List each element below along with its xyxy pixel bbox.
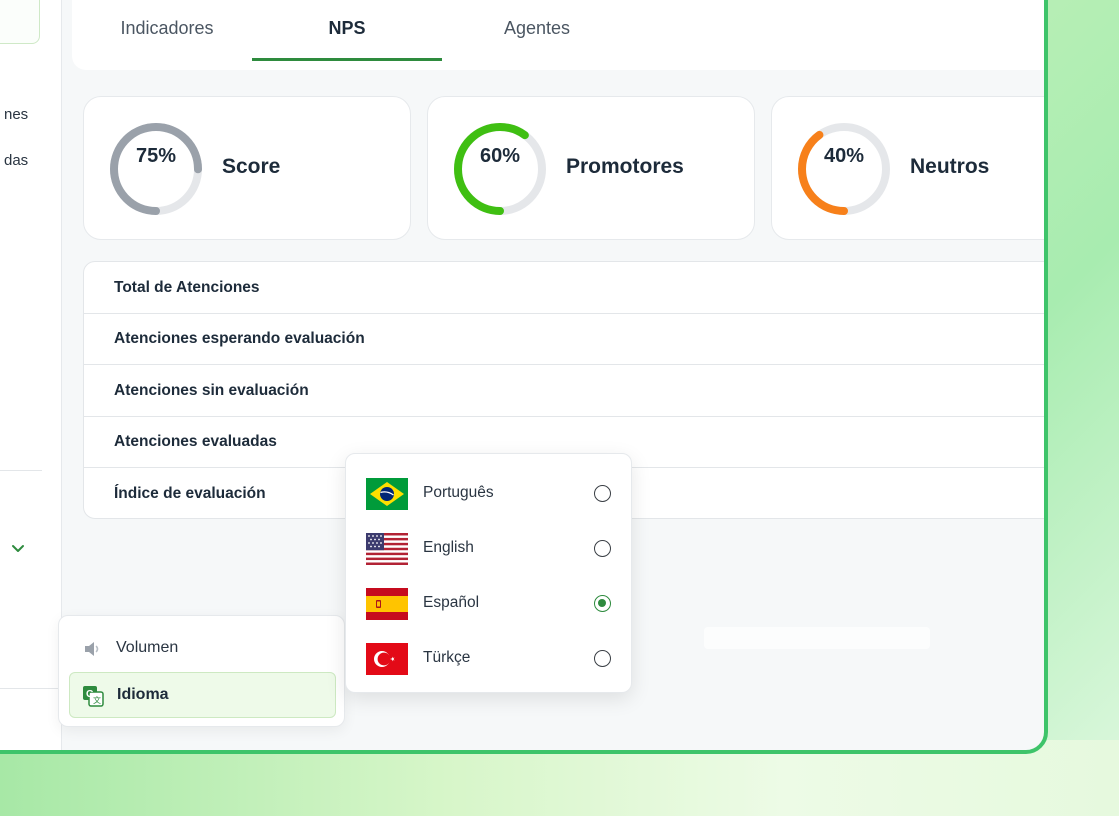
sidebar: nes das: [0, 0, 62, 750]
tab-bar: Indicadores NPS Agentes: [72, 0, 1044, 70]
volume-menu-item[interactable]: Volumen: [69, 626, 336, 672]
promotores-donut: [454, 123, 546, 215]
score-label: Score: [222, 155, 281, 178]
faded-placeholder: [704, 627, 930, 649]
language-label: Idioma: [117, 686, 169, 703]
language-option-label: Português: [423, 484, 494, 501]
sidebar-item-partial-1[interactable]: nes: [4, 106, 28, 123]
language-radio[interactable]: [594, 540, 611, 557]
language-radio-selected[interactable]: [594, 595, 611, 612]
sidebar-top-box[interactable]: [0, 0, 40, 44]
volume-label: Volumen: [116, 639, 179, 656]
language-option-label: English: [423, 539, 474, 556]
turkey-flag-icon: [366, 643, 408, 675]
sidebar-item-partial-2[interactable]: das: [4, 152, 28, 169]
translate-icon: G 文: [83, 686, 104, 707]
table-row[interactable]: Atenciones sin evaluación: [84, 365, 1044, 417]
neutros-label: Neutros: [910, 155, 990, 178]
language-option-english[interactable]: English: [346, 518, 633, 573]
language-option-turkce[interactable]: Türkçe: [346, 628, 633, 683]
tab-agentes[interactable]: Agentes: [442, 18, 632, 70]
spain-flag-icon: [366, 588, 408, 620]
active-tab-indicator: [252, 58, 442, 61]
settings-menu: Volumen G 文 Idioma: [58, 615, 345, 727]
language-menu-item[interactable]: G 文 Idioma: [69, 672, 336, 718]
promotores-label: Promotores: [566, 155, 684, 178]
language-option-label: Türkçe: [423, 649, 471, 666]
score-donut: [110, 123, 202, 215]
neutros-percent: 40%: [823, 145, 865, 167]
language-option-label: Español: [423, 594, 480, 611]
chevron-down-icon[interactable]: [10, 541, 26, 557]
speaker-icon: [85, 642, 99, 656]
svg-text:文: 文: [93, 695, 101, 705]
language-radio[interactable]: [594, 485, 611, 502]
score-card: 75% Score: [83, 96, 411, 240]
score-percent: 75%: [135, 145, 177, 167]
language-radio[interactable]: [594, 650, 611, 667]
neutros-card: 40% Neutros: [771, 96, 1044, 240]
sidebar-divider: [0, 470, 42, 471]
language-selector-popup: Português English Español Türkçe: [345, 453, 632, 693]
promotores-percent: 60%: [479, 145, 521, 167]
language-option-espanol[interactable]: Español: [346, 573, 633, 628]
tab-nps[interactable]: NPS: [252, 18, 442, 70]
promotores-card: 60% Promotores: [427, 96, 755, 240]
brazil-flag-icon: [366, 478, 408, 510]
table-row[interactable]: Atenciones esperando evaluación: [84, 313, 1044, 365]
usa-flag-icon: [366, 533, 408, 565]
sidebar-divider-bottom: [0, 688, 62, 689]
tab-indicadores[interactable]: Indicadores: [72, 18, 262, 70]
language-option-portugues[interactable]: Português: [346, 463, 633, 518]
table-row[interactable]: Total de Atenciones: [84, 262, 1044, 314]
neutros-donut: [798, 123, 890, 215]
